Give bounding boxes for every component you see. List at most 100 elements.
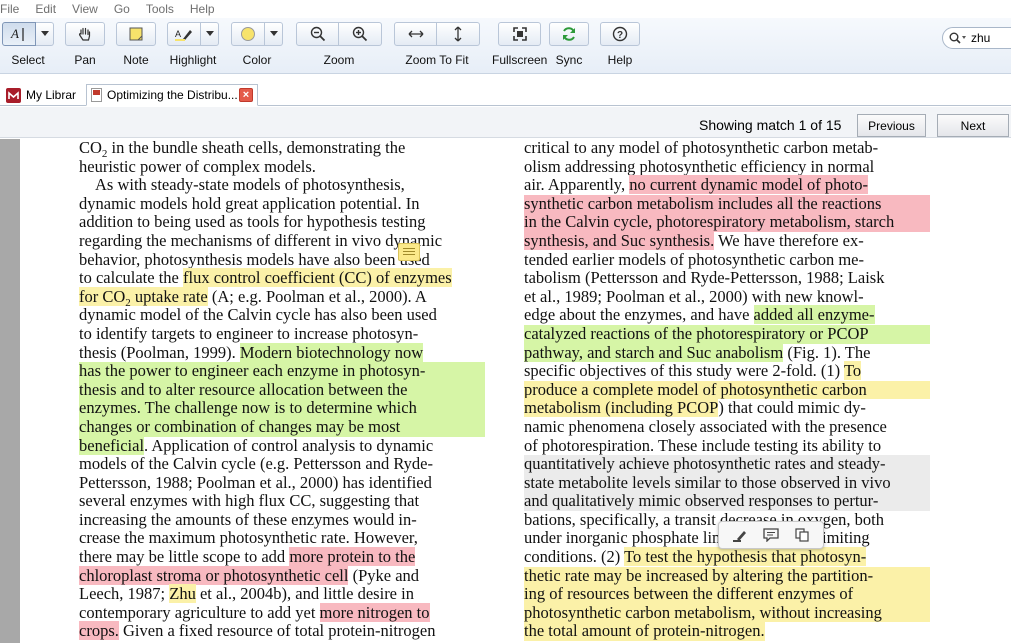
search-input[interactable]: zhu (942, 27, 1011, 49)
select-dropdown-button[interactable] (36, 22, 54, 46)
text-line: thetic rate may be increased by altering… (524, 566, 930, 586)
text-line: thesis and to alter resource allocation … (79, 380, 485, 400)
text-line: chloroplast stroma or photosynthetic cel… (79, 565, 420, 585)
text-line: tended earlier models of photosynthetic … (524, 249, 864, 269)
text-line: behavior, photosynthesis models have als… (79, 249, 430, 269)
zoom-in-icon (352, 26, 368, 42)
text-line: As with steady-state models of photosynt… (95, 175, 405, 195)
pan-button[interactable] (65, 22, 105, 46)
menu-view[interactable]: View (72, 2, 104, 16)
selected-text-line: and qualitatively mimic observed respons… (524, 492, 930, 511)
match-status: Showing match 1 of 15 (699, 117, 842, 133)
pan-label: Pan (74, 53, 96, 67)
yellow-highlight[interactable]: flux control coefficient (CC) of enzymes (183, 268, 452, 288)
chevron-down-icon (40, 31, 49, 36)
fit-height-button[interactable] (437, 22, 480, 46)
fullscreen-label: Fullscreen (492, 53, 548, 67)
green-highlight[interactable]: added all enzyme- (753, 305, 875, 325)
yellow-highlight[interactable]: To (844, 361, 862, 381)
text-line: metabolism (including PCOP) that could m… (524, 398, 866, 418)
text-line: models of the Calvin cycle (e.g. Petters… (79, 454, 434, 474)
highlighter-icon (733, 531, 747, 542)
text-line: photosynthetic carbon metabolism, withou… (524, 603, 930, 623)
text-cursor-icon: A (10, 26, 24, 41)
sync-button[interactable] (549, 22, 589, 46)
select-button[interactable]: A (2, 22, 36, 46)
search-match-highlight[interactable]: Zhu (169, 584, 196, 604)
fit-height-icon (454, 26, 462, 42)
pdf-viewer[interactable]: CO2 in the bundle sheath cells, demonstr… (0, 139, 1011, 643)
text-line: dynamic model of the Calvin cycle has al… (79, 305, 437, 325)
sticky-note-icon (129, 27, 143, 41)
menu-file[interactable]: File (0, 2, 25, 16)
text-line: edge about the enzymes, and have added a… (524, 305, 875, 325)
tab-my-library-label: My Library (26, 88, 76, 102)
svg-text:A: A (175, 29, 181, 39)
find-bar: Showing match 1 of 15 Previous Next (0, 107, 1011, 138)
popup-copy-button[interactable] (791, 525, 813, 545)
close-tab-icon[interactable]: × (239, 88, 253, 102)
fit-width-button[interactable] (394, 22, 437, 46)
green-highlight[interactable]: beneficial (79, 435, 145, 455)
zoom-tool: Zoom (296, 22, 382, 67)
menu-tools[interactable]: Tools (146, 2, 180, 16)
green-highlight[interactable]: Modern biotechnology now (239, 342, 424, 362)
text-line: has the power to engineer each enzyme in… (79, 362, 485, 381)
tab-document-label: Optimizing the Distribu... (107, 88, 238, 102)
text-line: in the Calvin cycle, photorespiratory me… (524, 213, 930, 232)
menu-edit[interactable]: Edit (35, 2, 62, 16)
text-line: dynamic models hold great application po… (79, 193, 420, 213)
zoom-to-fit-tool: Zoom To Fit (394, 22, 480, 67)
text-line: synthesis, and Suc synthesis. We have th… (524, 230, 864, 250)
fullscreen-button[interactable] (498, 22, 542, 46)
yellow-highlight[interactable]: To test the hypothesis that photosyn- (624, 547, 867, 567)
yellow-highlight[interactable]: metabolism (including PCOP (524, 398, 719, 418)
previous-match-button[interactable]: Previous (857, 114, 926, 137)
highlight-tool: A Highlight (167, 22, 219, 67)
red-highlight[interactable]: more protein to the (289, 547, 416, 567)
text-line: contemporary agriculture to add yet more… (79, 602, 430, 622)
tab-document[interactable]: Optimizing the Distribu... × (86, 84, 258, 106)
select-tool: A Select (2, 22, 54, 67)
red-highlight[interactable]: no current dynamic model of photo- (629, 175, 868, 195)
next-match-button[interactable]: Next (937, 114, 1009, 137)
highlight-button[interactable]: A (167, 22, 201, 46)
help-label: Help (607, 53, 633, 67)
text-line: the total amount of protein-nitrogen. (524, 622, 930, 642)
text-line: to calculate the flux control coefficien… (79, 268, 452, 288)
color-dropdown-button[interactable] (265, 22, 283, 46)
fit-width-icon (408, 30, 423, 38)
help-button[interactable]: ? (600, 22, 640, 46)
red-highlight[interactable]: chloroplast stroma or photosynthetic cel… (79, 565, 349, 585)
menu-go[interactable]: Go (114, 2, 136, 16)
page-gutter (0, 139, 20, 643)
hand-icon (78, 27, 91, 41)
green-highlight[interactable]: pathway, and starch and Suc anabolism (524, 342, 784, 362)
svg-text:?: ? (617, 30, 623, 41)
text-line: namic phenomena closely associated with … (524, 416, 887, 436)
yellow-highlight[interactable]: for CO2 uptake rate (79, 286, 208, 308)
sticky-note-icon[interactable] (398, 243, 420, 261)
red-highlight[interactable]: crops. (79, 621, 119, 641)
pdf-document-icon (91, 88, 102, 102)
note-tool: Note (116, 22, 156, 67)
popup-comment-button[interactable] (760, 525, 782, 545)
red-highlight[interactable]: synthesis, and Suc synthesis. (524, 230, 715, 250)
yellow-highlight[interactable]: the total amount of protein-nitrogen. (524, 622, 765, 642)
popup-highlight-button[interactable] (729, 525, 751, 545)
text-line: pathway, and starch and Suc anabolism (F… (524, 342, 871, 362)
zoom-to-fit-label: Zoom To Fit (405, 53, 469, 67)
note-button[interactable] (116, 22, 156, 46)
highlight-label: Highlight (169, 53, 217, 67)
color-button[interactable] (231, 22, 265, 46)
menu-help[interactable]: Help (190, 2, 221, 16)
zoom-out-icon (310, 26, 325, 42)
text-line: increasing the amounts of these enzymes … (79, 509, 417, 529)
text-line: specific objectives of this study were 2… (524, 361, 862, 381)
red-highlight[interactable]: more nitrogen to (319, 602, 430, 622)
zoom-out-button[interactable] (296, 22, 339, 46)
zoom-in-button[interactable] (339, 22, 382, 46)
highlight-dropdown-button[interactable] (201, 22, 219, 46)
tab-my-library[interactable]: My Library (2, 84, 80, 106)
sync-icon (563, 27, 575, 41)
